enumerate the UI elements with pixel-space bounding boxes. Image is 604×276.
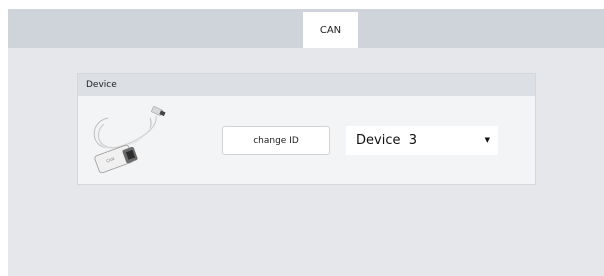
device-panel-header: Device	[78, 74, 535, 96]
usb-can-adapter-image: CAN	[86, 102, 168, 182]
dropdown-caret-icon: ▼	[484, 136, 490, 144]
tab-bar: CAN	[8, 9, 604, 48]
change-id-button[interactable]: change ID	[222, 126, 330, 155]
device-select[interactable]: Device 3 ▼	[346, 126, 498, 155]
device-select-value: Device 3	[356, 133, 417, 148]
device-panel: Device CAN change ID Device 3 ▼	[77, 73, 536, 185]
app-window: CAN Device CAN change ID Device 3 ▼	[8, 9, 604, 276]
tab-can[interactable]: CAN	[303, 12, 358, 48]
